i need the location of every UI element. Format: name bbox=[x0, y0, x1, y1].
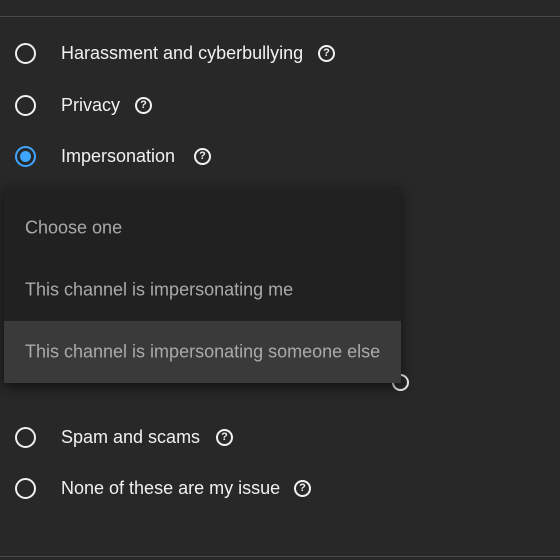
radio-impersonation[interactable] bbox=[15, 145, 36, 167]
radio-none[interactable] bbox=[15, 477, 36, 499]
dropdown-item-impersonating-me[interactable]: This channel is impersonating me bbox=[4, 259, 401, 321]
option-label-none: None of these are my issue bbox=[61, 477, 281, 498]
option-label-harassment: Harassment and cyberbullying bbox=[61, 42, 304, 63]
help-icon[interactable]: ? bbox=[194, 147, 211, 165]
impersonation-dropdown-menu: Choose one This channel is impersonating… bbox=[4, 187, 401, 383]
help-icon[interactable]: ? bbox=[216, 428, 233, 446]
help-icon[interactable]: ? bbox=[135, 96, 152, 114]
help-icon[interactable]: ? bbox=[294, 479, 311, 497]
option-label-impersonation: Impersonation bbox=[61, 145, 176, 166]
bottom-divider bbox=[0, 556, 560, 557]
top-divider bbox=[0, 16, 560, 17]
option-label-spam: Spam and scams bbox=[61, 426, 201, 447]
radio-harassment[interactable] bbox=[15, 42, 36, 64]
dropdown-item-impersonating-someone-else[interactable]: This channel is impersonating someone el… bbox=[4, 321, 401, 383]
option-label-privacy: Privacy bbox=[61, 94, 121, 115]
dropdown-item-choose-one[interactable]: Choose one bbox=[4, 197, 401, 259]
dropdown-item-label: This channel is impersonating me bbox=[25, 279, 294, 300]
radio-privacy[interactable] bbox=[15, 94, 36, 116]
radio-spam[interactable] bbox=[15, 426, 36, 448]
dropdown-item-label: Choose one bbox=[25, 217, 123, 238]
dropdown-item-label: This channel is impersonating someone el… bbox=[25, 341, 381, 362]
help-icon[interactable]: ? bbox=[318, 44, 335, 62]
